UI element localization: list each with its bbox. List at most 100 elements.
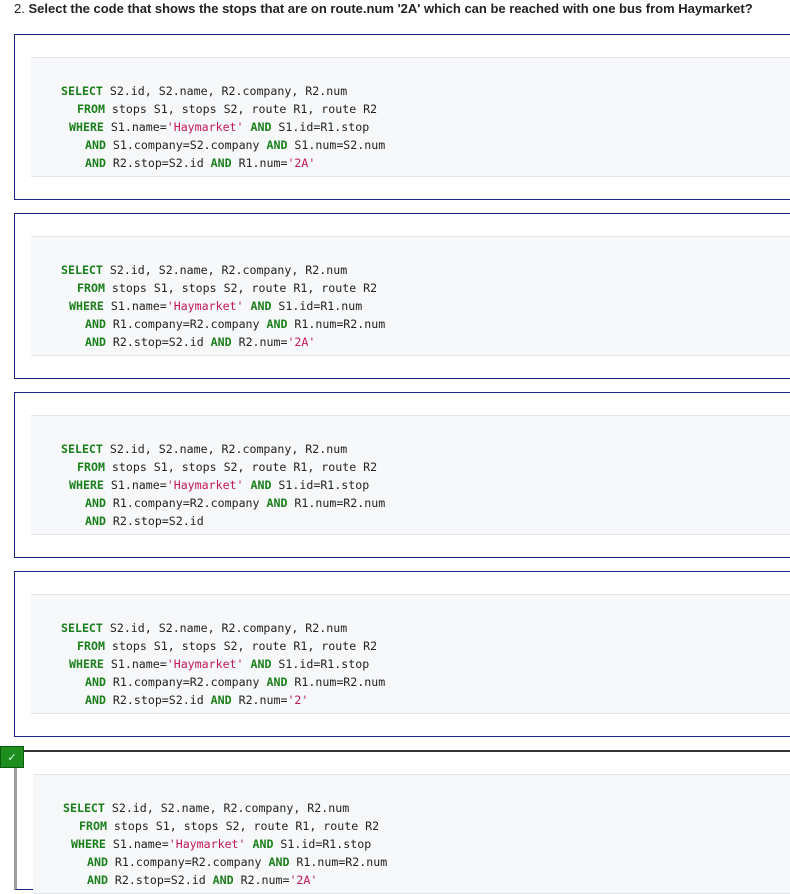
- sql-text: S1.name=: [103, 657, 167, 672]
- code-line: AND R1.company=R2.company AND R1.num=R2.…: [87, 855, 387, 869]
- sql-text: S2.id, S2.name, R2.company, R2.num: [102, 442, 348, 456]
- sql-text: R1.company=R2.company: [105, 675, 267, 690]
- code-line: SELECT S2.id, S2.name, R2.company, R2.nu…: [61, 442, 347, 456]
- code-line: AND R1.company=R2.company AND R1.num=R2.…: [85, 496, 385, 510]
- sql-text: S1.id=R1.stop: [273, 837, 372, 852]
- code-line: AND R1.company=R2.company AND R1.num=R2.…: [85, 317, 385, 331]
- code-line: AND R1.company=R2.company AND R1.num=R2.…: [85, 675, 385, 689]
- question-body: Select the code that shows the stops tha…: [28, 1, 753, 16]
- sql-keyword: AND: [85, 675, 106, 690]
- sql-text: stops S1, stops S2, route R1, route R2: [104, 281, 378, 296]
- sql-keyword: FROM: [77, 460, 105, 475]
- sql-keyword: FROM: [77, 639, 105, 654]
- sql-keyword: AND: [210, 156, 232, 171]
- answer-option-4[interactable]: SELECT S2.id, S2.name, R2.company, R2.nu…: [14, 571, 790, 737]
- sql-text: S1.name=: [103, 120, 167, 135]
- code-line: WHERE S1.name='Haymarket' AND S1.id=R1.s…: [69, 657, 369, 671]
- sql-keyword: AND: [250, 478, 272, 493]
- sql-keyword: AND: [85, 156, 106, 171]
- question-text: 2. Select the code that shows the stops …: [14, 1, 753, 16]
- sql-text: R1.num=R2.num: [287, 675, 386, 690]
- sql-string: '2': [287, 693, 309, 708]
- answer-option-3[interactable]: SELECT S2.id, S2.name, R2.company, R2.nu…: [14, 392, 790, 558]
- code-line: FROM stops S1, stops S2, route R1, route…: [77, 102, 377, 116]
- answer-option-2[interactable]: SELECT S2.id, S2.name, R2.company, R2.nu…: [14, 213, 790, 379]
- sql-keyword: AND: [212, 873, 234, 888]
- sql-text: S2.id, S2.name, R2.company, R2.num: [102, 84, 348, 98]
- sql-keyword: SELECT: [61, 263, 103, 277]
- sql-keyword: AND: [210, 693, 232, 708]
- sql-keyword: SELECT: [61, 84, 103, 98]
- code-block: SELECT S2.id, S2.name, R2.company, R2.nu…: [31, 57, 790, 177]
- sql-text: R1.company=R2.company: [105, 317, 267, 332]
- sql-text: R2.num=: [231, 693, 288, 708]
- sql-keyword: WHERE: [69, 478, 104, 493]
- sql-keyword: AND: [87, 873, 108, 888]
- sql-keyword: AND: [268, 855, 290, 870]
- sql-text: S2.id, S2.name, R2.company, R2.num: [102, 621, 348, 635]
- sql-keyword: SELECT: [63, 801, 105, 815]
- sql-text: R2.stop=S2.id: [107, 873, 213, 888]
- sql-text: S1.id=R1.stop: [271, 120, 370, 135]
- checkmark-icon: ✓: [0, 746, 24, 768]
- sql-text: R1.company=R2.company: [105, 496, 267, 511]
- sql-string: '2A': [289, 873, 318, 888]
- sql-keyword: AND: [266, 675, 288, 690]
- code-line: AND R2.stop=S2.id AND R2.num='2A': [85, 335, 315, 349]
- sql-string: 'Haymarket': [168, 837, 246, 852]
- sql-text: R2.stop=S2.id: [105, 514, 204, 529]
- sql-keyword: WHERE: [69, 299, 104, 314]
- sql-text: S1.name=: [105, 837, 169, 852]
- sql-text: R1.company=R2.company: [107, 855, 269, 870]
- answer-option-1[interactable]: SELECT S2.id, S2.name, R2.company, R2.nu…: [14, 34, 790, 200]
- sql-text: R2.stop=S2.id: [105, 335, 211, 350]
- code-line: WHERE S1.name='Haymarket' AND S1.id=R1.s…: [69, 120, 369, 134]
- sql-keyword: WHERE: [69, 120, 104, 135]
- sql-text: S1.id=R1.num: [271, 299, 363, 314]
- code-line: WHERE S1.name='Haymarket' AND S1.id=R1.n…: [69, 299, 362, 313]
- sql-string: 'Haymarket': [166, 299, 244, 314]
- sql-text: S1.name=: [103, 478, 167, 493]
- sql-keyword: AND: [210, 335, 232, 350]
- sql-text: R1.num=: [231, 156, 288, 171]
- sql-text: S1.num=S2.num: [287, 138, 386, 153]
- sql-string: 'Haymarket': [166, 657, 244, 672]
- answer-option-5[interactable]: SELECT S2.id, S2.name, R2.company, R2.nu…: [14, 750, 790, 894]
- code-line: SELECT S2.id, S2.name, R2.company, R2.nu…: [61, 263, 347, 277]
- sql-text: stops S1, stops S2, route R1, route R2: [106, 819, 380, 834]
- sql-keyword: WHERE: [71, 837, 106, 852]
- sql-keyword: AND: [266, 317, 288, 332]
- code-line: SELECT S2.id, S2.name, R2.company, R2.nu…: [61, 621, 347, 635]
- sql-text: S2.id, S2.name, R2.company, R2.num: [102, 263, 348, 277]
- sql-keyword: AND: [250, 657, 272, 672]
- sql-keyword: FROM: [77, 102, 105, 117]
- code-line: AND R2.stop=S2.id AND R2.num='2A': [87, 873, 317, 887]
- code-line: WHERE S1.name='Haymarket' AND S1.id=R1.s…: [71, 837, 371, 851]
- sql-keyword: AND: [250, 120, 272, 135]
- sql-text: R1.num=R2.num: [287, 496, 386, 511]
- code-block: SELECT S2.id, S2.name, R2.company, R2.nu…: [31, 594, 790, 714]
- sql-keyword: AND: [87, 855, 108, 870]
- code-line: AND R2.stop=S2.id AND R2.num='2': [85, 693, 308, 707]
- code-line: FROM stops S1, stops S2, route R1, route…: [77, 639, 377, 653]
- code-block: SELECT S2.id, S2.name, R2.company, R2.nu…: [33, 774, 790, 894]
- sql-text: S1.name=: [103, 299, 167, 314]
- sql-text: R2.stop=S2.id: [105, 693, 211, 708]
- sql-keyword: FROM: [77, 281, 105, 296]
- sql-text: S2.id, S2.name, R2.company, R2.num: [104, 801, 350, 815]
- code-line: WHERE S1.name='Haymarket' AND S1.id=R1.s…: [69, 478, 369, 492]
- sql-keyword: AND: [266, 138, 288, 153]
- sql-keyword: AND: [85, 496, 106, 511]
- sql-text: R1.num=R2.num: [287, 317, 386, 332]
- sql-keyword: AND: [85, 693, 106, 708]
- sql-text: S1.company=S2.company: [105, 138, 267, 153]
- checkmark-glyph: ✓: [7, 751, 17, 764]
- sql-string: '2A': [287, 335, 316, 350]
- sql-string: '2A': [287, 156, 316, 171]
- sql-string: 'Haymarket': [166, 478, 244, 493]
